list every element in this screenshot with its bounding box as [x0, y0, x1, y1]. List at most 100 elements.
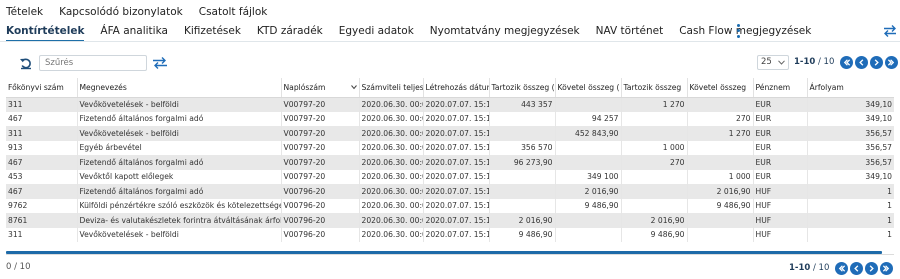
more-vert-icon[interactable] — [735, 23, 741, 39]
journal-number-cell: V00797-20 — [281, 155, 360, 170]
first-page-icon[interactable] — [835, 261, 849, 275]
debit-fx-amount-cell: 9 486,90 — [621, 227, 688, 242]
debit-amount-cell: 2 016,90 — [489, 213, 556, 228]
column-header[interactable]: Számviteli teljesítés — [359, 78, 424, 98]
column-header[interactable]: Tartozik összeg ( — [489, 78, 556, 98]
undo-icon[interactable] — [19, 56, 33, 70]
selected-count: 0 / 10 — [6, 262, 31, 272]
created-date-cell: 2020.07.07. 15:14 — [423, 184, 490, 199]
debit-fx-amount-cell: 1 270 — [621, 97, 688, 112]
credit-fx-amount-cell — [687, 213, 754, 228]
column-header[interactable]: Megnevezés — [77, 78, 282, 98]
filter-input[interactable] — [39, 55, 147, 71]
accounting-date-cell: 2020.06.30. 00:00 — [359, 227, 424, 242]
table-row[interactable]: 467 Fizetendő általános forgalmi adó V0079… — [6, 184, 894, 199]
column-header[interactable]: Főkönyvi szám — [6, 78, 78, 98]
table-row[interactable]: 453 Vevőktől kapott előlegek V00797-20 2020… — [6, 169, 894, 184]
top-tabs: Tételek Kapcsolódó bizonylatok Csatolt f… — [0, 4, 277, 20]
credit-amount-cell — [555, 155, 622, 170]
tab-divider — [0, 41, 900, 42]
tab-afa-analitika[interactable]: ÁFA analitika — [100, 22, 168, 41]
tab-nyomtatvany-megjegyzesek[interactable]: Nyomtatvány megjegyzések — [430, 22, 580, 41]
currency-cell: EUR — [753, 140, 808, 155]
description-cell: Vevőkövetelések - belföldi — [77, 126, 282, 141]
last-page-icon[interactable] — [880, 261, 894, 275]
accounting-date-cell: 2020.06.30. 00:00 — [359, 213, 424, 228]
column-header[interactable]: Pénznem — [753, 78, 808, 98]
page-size-select[interactable]: 25 — [757, 54, 789, 70]
credit-amount-cell — [555, 213, 622, 228]
page-range: 1-10 / 10 — [794, 57, 835, 67]
debit-amount-cell — [489, 198, 556, 213]
description-cell: Vevőkövetelések - belföldi — [77, 227, 282, 242]
top-tab-csatolt-fajlok[interactable]: Csatolt fájlok — [199, 4, 268, 20]
debit-amount-cell: 9 486,90 — [489, 227, 556, 242]
accounting-entries-table: Főkönyvi szám Megnevezés Naplószám Számv… — [6, 78, 894, 242]
credit-amount-cell — [555, 140, 622, 155]
exchange-rate-cell: 356,57 — [807, 155, 894, 170]
next-page-icon[interactable] — [870, 55, 884, 69]
ledger-account-cell: 9762 — [6, 198, 78, 213]
tab-egyedi-adatok[interactable]: Egyedi adatok — [339, 22, 414, 41]
column-header[interactable]: Létrehozás dátuma — [423, 78, 490, 98]
credit-fx-amount-cell — [687, 155, 754, 170]
debit-fx-amount-cell — [621, 198, 688, 213]
created-date-cell: 2020.07.07. 15:14 — [423, 111, 490, 126]
credit-fx-amount-cell — [687, 140, 754, 155]
table-row[interactable]: 311 Vevőkövetelések - belföldi V00797-20 20… — [6, 97, 894, 112]
credit-fx-amount-cell: 9 486,90 — [687, 198, 754, 213]
top-tab-kapcsolodo-bizonylatok[interactable]: Kapcsolódó bizonylatok — [59, 4, 183, 20]
description-cell: Deviza- és valutakészletek forintra átvá… — [77, 213, 282, 228]
tab-bar: Kontírtételek ÁFA analitika Kifizetések … — [0, 22, 900, 41]
table-row[interactable]: 467 Fizetendő általános forgalmi adó V0079… — [6, 155, 894, 170]
journal-number-cell: V00797-20 — [281, 140, 360, 155]
credit-fx-amount-cell — [687, 227, 754, 242]
tab-nav-tortenet[interactable]: NAV történet — [596, 22, 664, 41]
tab-ktd-zaradek[interactable]: KTD záradék — [257, 22, 323, 41]
tab-cash-flow-megjegyzesek[interactable]: Cash Flow megjegyzések — [679, 22, 811, 41]
debit-fx-amount-cell — [621, 184, 688, 199]
ledger-account-cell: 311 — [6, 227, 78, 242]
accounting-date-cell: 2020.06.30. 00:00 — [359, 169, 424, 184]
column-header[interactable]: Követel összeg — [687, 78, 754, 98]
first-page-icon[interactable] — [840, 55, 854, 69]
description-cell: Fizetendő általános forgalmi adó — [77, 155, 282, 170]
column-header[interactable]: Követel összeg ( — [555, 78, 622, 98]
exchange-rate-cell: 349,10 — [865, 114, 892, 124]
table-header-row: Főkönyvi szám Megnevezés Naplószám Számv… — [6, 78, 894, 98]
swap-arrows-icon[interactable] — [152, 56, 168, 70]
pager-bottom: 1-10 / 10 — [789, 258, 894, 278]
column-header[interactable]: Árfolyam — [807, 78, 894, 98]
table-row[interactable]: 311 Vevőkövetelések - belföldi V00797-20 20… — [6, 126, 894, 141]
currency-cell: EUR — [753, 155, 808, 170]
ledger-account-cell: 453 — [6, 169, 78, 184]
exchange-rate-cell: 1 — [807, 184, 894, 199]
table-row[interactable]: 311 Vevőkövetelések - belföldi V00796-20 20… — [6, 227, 894, 242]
column-header[interactable]: Tartozik összeg — [621, 78, 688, 98]
column-header[interactable]: Naplószám — [281, 78, 360, 98]
journal-number-cell: V00797-20 — [281, 169, 360, 184]
table-row[interactable]: 913 Egyéb árbevétel V00797-20 2020.06.30. 0… — [6, 140, 894, 155]
table-row[interactable]: 9762 Külföldi pénzértékre szóló eszközök … — [6, 198, 894, 213]
top-tab-tetelek[interactable]: Tételek — [6, 4, 43, 20]
credit-amount-cell — [555, 227, 622, 242]
debit-amount-cell: 443 357 — [489, 97, 556, 112]
table-row[interactable]: 8761 Deviza- és valutakészletek forintra … — [6, 213, 894, 228]
next-page-icon[interactable] — [865, 261, 879, 275]
last-page-icon[interactable] — [885, 55, 899, 69]
prev-page-icon[interactable] — [850, 261, 864, 275]
column-header-label: Naplószám — [283, 82, 326, 92]
prev-page-icon[interactable] — [855, 55, 869, 69]
page-size-value: 25 — [761, 57, 772, 67]
tab-kifizetesek[interactable]: Kifizetések — [184, 22, 241, 41]
tab-kontirtetelek[interactable]: Kontírtételek — [6, 22, 84, 41]
credit-amount-cell: 2 016,90 — [555, 184, 622, 199]
swap-arrows-icon[interactable] — [883, 24, 897, 38]
created-date-cell: 2020.07.07. 15:14 — [423, 198, 490, 213]
description-cell: Vevőkövetelések - belföldi — [77, 97, 282, 112]
table-row[interactable]: 467 Fizetendő általános forgalmi adó V0079… — [6, 111, 894, 126]
pager-top: 25 1-10 / 10 — [757, 52, 899, 72]
ledger-account-cell: 467 — [6, 184, 78, 199]
ledger-account-cell: 913 — [6, 140, 78, 155]
exchange-rate-cell: 1 — [807, 213, 894, 228]
